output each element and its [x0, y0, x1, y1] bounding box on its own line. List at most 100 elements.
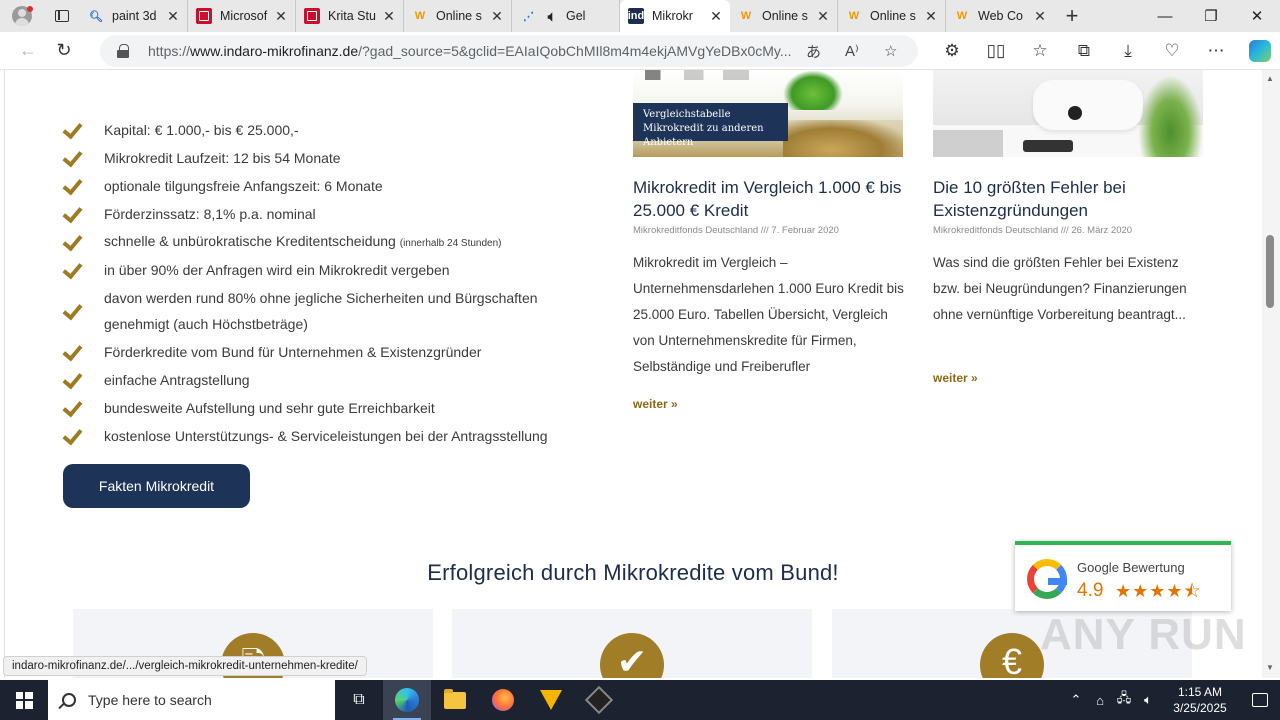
volume-icon[interactable]: 🔈︎ — [1136, 692, 1160, 708]
edge-taskbar-icon[interactable] — [383, 680, 431, 720]
tab-paint3d[interactable]: 🔍︎ paint 3d ✕ — [80, 0, 188, 32]
tray-chevron-icon[interactable]: ⌃ — [1064, 692, 1088, 708]
firefox-icon — [492, 689, 514, 711]
collections-icon[interactable]: ⧉ — [1062, 32, 1106, 70]
notification-center-button[interactable] — [1240, 680, 1280, 720]
w-icon — [540, 690, 562, 710]
performance-icon[interactable]: ♡ — [1150, 32, 1194, 70]
favorites-icon[interactable]: ☆ — [1018, 32, 1062, 70]
w-icon: W — [956, 10, 968, 22]
read-aloud-icon[interactable]: A⁾ — [845, 42, 859, 60]
tab-title: Web Co — [978, 9, 1023, 23]
post-title-link[interactable]: Mikrokredit im Vergleich 1.000 € bis 25.… — [633, 176, 913, 222]
notification-icon — [1252, 693, 1268, 707]
taskbar-search-box[interactable]: Type here to search — [48, 680, 335, 720]
lock-icon[interactable] — [116, 43, 132, 59]
list-item: optionale tilgungsfreie Anfangszeit: 6 M… — [62, 172, 582, 200]
read-more-link[interactable]: weiter » — [933, 371, 978, 385]
search-icon: 🔍︎ — [89, 10, 103, 23]
close-tab-icon[interactable]: ✕ — [381, 8, 397, 24]
indaro-icon: ind — [627, 8, 645, 24]
list-item: Kapital: € 1.000,- bis € 25.000,- — [62, 116, 582, 144]
url-text[interactable]: https://www.indaro-mikrofinanz.de/?gad_s… — [148, 43, 798, 59]
tab-actions-icon — [55, 10, 69, 22]
tab-title: Online s — [436, 9, 482, 23]
tab-online-1[interactable]: W Online s ✕ — [404, 0, 512, 32]
profile-button[interactable] — [0, 0, 44, 32]
tab-gel[interactable]: ⋰ 🔈︎ Gel — [512, 0, 620, 32]
back-button[interactable]: ← — [10, 35, 46, 67]
close-tab-icon[interactable]: ✕ — [273, 8, 289, 24]
list-item: schnelle & unbürokratische Kreditentsche… — [62, 228, 582, 256]
browser-nav-bar: ← ↻ https://www.indaro-mikrofinanz.de/?g… — [0, 32, 1280, 70]
downloads-icon[interactable]: ⤓ — [1106, 32, 1150, 70]
star-rating-icon: ★★★★⯪ — [1115, 581, 1202, 601]
start-button[interactable] — [0, 680, 48, 720]
close-tab-icon[interactable]: ✕ — [165, 8, 181, 24]
list-item-note: (innerhalb 24 Stunden) — [399, 237, 502, 249]
list-item-text: einfache Antragstellung — [104, 372, 250, 388]
post-title-link[interactable]: Die 10 größten Fehler bei Existenzgründu… — [933, 176, 1213, 222]
tray-device-icon[interactable]: ⌂ — [1088, 693, 1112, 708]
minimize-button[interactable]: — — [1142, 0, 1188, 32]
w-app-taskbar-icon[interactable] — [527, 680, 575, 720]
task-view-icon[interactable]: ⧉ — [335, 680, 383, 720]
restore-button[interactable]: ❐ — [1188, 0, 1234, 32]
w-icon: W — [848, 10, 860, 22]
dots-icon: ⋰ — [523, 10, 534, 23]
new-tab-button[interactable]: + — [1054, 0, 1090, 32]
taskbar-clock[interactable]: 1:15 AM 3/25/2025 — [1160, 684, 1240, 716]
scroll-up-icon[interactable]: ▲ — [1266, 74, 1274, 83]
tab-mikrokredit[interactable]: ind Mikrokr ✕ — [620, 0, 730, 32]
copilot-icon[interactable] — [1249, 40, 1271, 62]
refresh-button[interactable]: ↻ — [46, 35, 82, 67]
google-rating-badge[interactable]: Google Bewertung 4.9 ★★★★⯪ — [1015, 541, 1231, 611]
close-tab-icon[interactable]: ✕ — [708, 8, 724, 24]
tab-title: Microsof — [220, 9, 268, 23]
post-image-fehler[interactable] — [933, 70, 1203, 157]
scroll-down-icon[interactable]: ▼ — [1266, 663, 1274, 672]
translate-icon[interactable]: あ — [806, 41, 821, 62]
scrollbar-thumb[interactable] — [1266, 235, 1274, 308]
list-item-text: schnelle & unbürokratische Kreditentsche… — [104, 232, 396, 249]
close-tab-icon[interactable]: ✕ — [1032, 8, 1048, 24]
firefox-taskbar-icon[interactable] — [479, 680, 527, 720]
check-icon — [62, 262, 82, 278]
post-image-vergleich[interactable]: Vergleichstabelle Mikrokredit zu anderen… — [633, 70, 903, 157]
file-explorer-taskbar-icon[interactable] — [431, 680, 479, 720]
tab-krita[interactable]: Krita Stu ✕ — [296, 0, 404, 32]
close-tab-icon[interactable]: ✕ — [815, 8, 831, 24]
close-tab-icon[interactable]: ✕ — [489, 8, 505, 24]
favorite-star-icon[interactable]: ☆ — [884, 42, 897, 60]
list-item-text: kostenlose Unterstützungs- & Serviceleis… — [104, 428, 548, 444]
tab-title: Online s — [762, 9, 808, 23]
check-icon: ✔ — [600, 633, 664, 678]
close-tab-icon[interactable]: ✕ — [923, 8, 939, 24]
check-icon — [62, 122, 82, 138]
tab-title: Mikrokr — [652, 9, 693, 23]
tab-actions-button[interactable] — [44, 0, 80, 32]
address-bar[interactable]: https://www.indaro-mikrofinanz.de/?gad_s… — [100, 35, 918, 67]
more-menu-icon[interactable]: ⋯ — [1194, 32, 1238, 70]
fakten-mikrokredit-button[interactable]: Fakten Mikrokredit — [63, 464, 250, 508]
check-icon — [62, 178, 82, 194]
read-more-link[interactable]: weiter » — [633, 397, 678, 411]
page-scrollbar[interactable]: ▲ ▼ — [1262, 70, 1280, 678]
tab-microsoft[interactable]: Microsof ✕ — [188, 0, 296, 32]
google-logo-icon — [1027, 559, 1067, 599]
feature-box: ✔ — [452, 609, 812, 678]
network-icon[interactable]: 🖧︎ — [1112, 689, 1136, 711]
close-window-button[interactable]: ✕ — [1234, 0, 1280, 32]
app-taskbar-icon[interactable] — [575, 680, 623, 720]
split-screen-icon[interactable]: ▯▯ — [974, 32, 1018, 70]
extensions-icon[interactable]: ⚙ — [930, 32, 974, 70]
krita-icon — [196, 8, 212, 24]
list-item: Förderzinssatz: 8,1% p.a. nominal — [62, 200, 582, 228]
speaker-icon[interactable]: 🔈︎ — [544, 8, 560, 24]
tab-online-2[interactable]: W Online s ✕ — [730, 0, 838, 32]
list-item-text: in über 90% der Anfragen wird ein Mikrok… — [104, 262, 450, 278]
tab-online-3[interactable]: W Online s ✕ — [838, 0, 946, 32]
search-icon — [62, 693, 76, 707]
url-domain: www.indaro-mikrofinanz.de — [190, 43, 359, 59]
tab-webco[interactable]: W Web Co ✕ — [946, 0, 1054, 32]
